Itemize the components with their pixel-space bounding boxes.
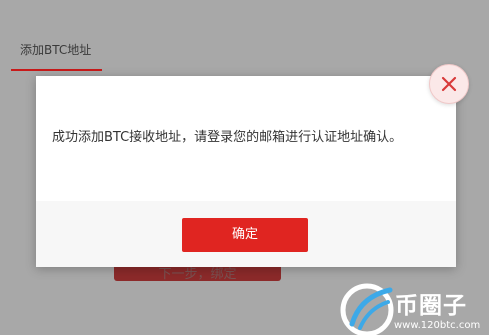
watermark: 币圈子 www.120btc.com [338,280,489,335]
tab-active-underline [11,69,102,71]
watermark-url: www.120btc.com [394,320,481,331]
tab-add-btc-address-label: 添加BTC地址 [20,43,92,57]
dialog-message: 成功添加BTC接收地址，请登录您的邮箱进行认证地址确认。 [52,130,403,145]
confirm-button[interactable]: 确定 [182,218,308,252]
dialog-close-button[interactable] [429,64,469,104]
success-dialog: 成功添加BTC接收地址，请登录您的邮箱进行认证地址确认。 确定 [36,76,456,267]
watermark-brand: 币圈子 [395,293,467,319]
watermark-logo-icon [340,283,394,335]
close-icon [441,76,457,92]
tab-add-btc-address[interactable]: 添加BTC地址 [11,30,102,71]
